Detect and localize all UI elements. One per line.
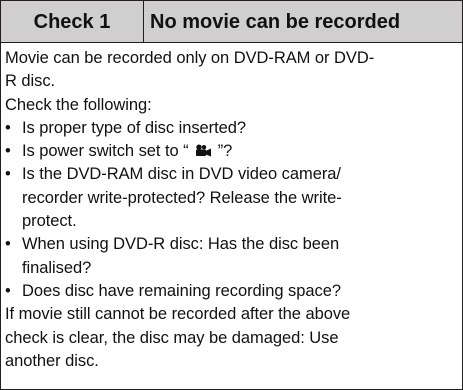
bullet-text-line-1: When using DVD-R disc: Has the disc been (22, 235, 340, 254)
bullet-item-recording-space: • Does disc have remaining recording spa… (5, 280, 460, 303)
bullet-text-line-3: protect. (22, 212, 77, 231)
bullet-item-disc-type: • Is proper type of disc inserted? (5, 117, 460, 140)
troubleshooting-content: Movie can be recorded only on DVD-RAM or… (5, 47, 460, 373)
bullet-icon: • (5, 165, 11, 184)
bullet-text-after-icon: ”? (217, 142, 233, 161)
bullet-text: Does disc have remaining recording space… (22, 281, 341, 300)
bullet-text-line-1: Is the DVD-RAM disc in DVD video camera/ (22, 165, 341, 184)
bullet-icon: • (5, 281, 11, 300)
bullet-text-line-2: finalised? (22, 258, 92, 277)
check-following-text: Check the following: (5, 95, 152, 114)
bullet-icon: • (5, 142, 11, 161)
intro-line-continuation: R disc. (5, 72, 56, 91)
troubleshooting-box: Check 1 No movie can be recorded Movie c… (0, 0, 463, 390)
check-header: Check 1 No movie can be recorded (1, 1, 462, 43)
closing-line: another disc. (5, 351, 99, 370)
bullet-text-line-2: recorder write-protected? Release the wr… (22, 188, 342, 207)
check-number: Check 1 (1, 1, 144, 42)
intro-line: Movie can be recorded only on DVD-RAM or… (5, 49, 375, 67)
bullet-icon: • (5, 118, 11, 137)
movie-camera-icon (196, 144, 212, 157)
bullet-text-before-icon: Is power switch set to “ (22, 142, 189, 161)
bullet-item-write-protected: • Is the DVD-RAM disc in DVD video camer… (5, 163, 460, 186)
closing-line: check is clear, the disc may be damaged:… (5, 328, 339, 347)
bullet-item-dvd-r-finalised: • When using DVD-R disc: Has the disc be… (5, 233, 460, 256)
check-title: No movie can be recorded (150, 10, 401, 33)
bullet-icon: • (5, 235, 11, 254)
closing-line: If movie still cannot be recorded after … (5, 305, 351, 324)
bullet-item-power-switch: • Is power switch set to “ ”? (5, 140, 460, 163)
bullet-text: Is proper type of disc inserted? (22, 118, 247, 137)
